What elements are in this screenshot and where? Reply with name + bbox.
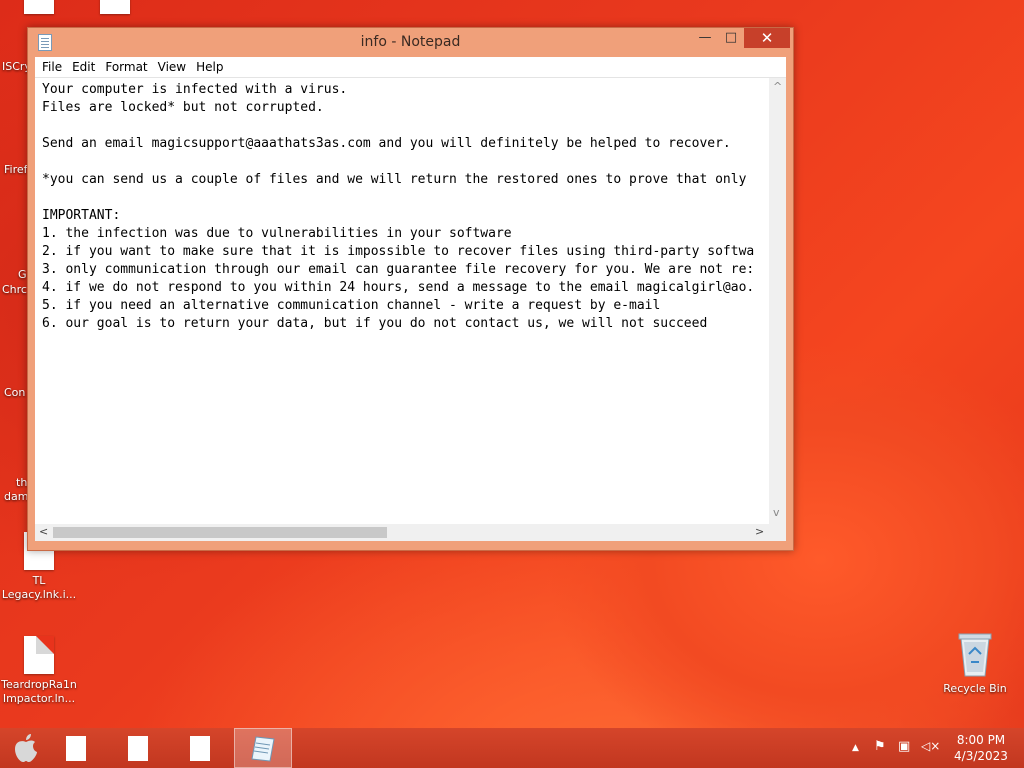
taskbar-notepad-button[interactable] — [234, 728, 292, 768]
text-line: 3. only communication through our email … — [42, 262, 755, 277]
file-icon — [190, 736, 210, 761]
menu-bar: File Edit Format View Help — [35, 57, 786, 78]
taskbar-file-button[interactable] — [48, 728, 104, 768]
desktop-icon-label[interactable]: Firef — [4, 163, 28, 176]
action-center-flag-icon[interactable]: ⚑ — [874, 739, 886, 754]
menu-file[interactable]: File — [35, 57, 67, 74]
clock-time: 8:00 PM — [956, 733, 1006, 747]
desktop-file-icon[interactable] — [100, 0, 130, 14]
file-icon — [128, 736, 148, 761]
text-line: Files are locked* but not corrupted. — [42, 100, 324, 115]
desktop-icon-label[interactable]: Con — [4, 386, 25, 399]
horizontal-scroll-thumb[interactable] — [53, 527, 387, 538]
scrollbar-corner — [769, 524, 786, 541]
clock[interactable]: 8:00 PM 4/3/2023 — [944, 732, 1018, 764]
text-line: 4. if we do not respond to you within 24… — [42, 280, 755, 295]
text-line: IMPORTANT: — [42, 208, 121, 223]
taskbar-file-button[interactable] — [172, 728, 228, 768]
clock-date: 4/3/2023 — [954, 749, 1008, 763]
scroll-down-icon[interactable]: v — [773, 506, 780, 519]
vertical-scrollbar[interactable]: ^ v — [769, 78, 786, 524]
taskbar: ▲ ⚑ ▣ ◁× 8:00 PM 4/3/2023 — [0, 728, 1024, 768]
show-hidden-icons-icon[interactable]: ▲ — [852, 743, 859, 753]
title-bar[interactable]: info - Notepad — □ ✕ — [28, 28, 793, 57]
desktop-icon-label: Recycle Bin — [943, 682, 1007, 695]
volume-muted-icon[interactable]: ◁× — [921, 739, 940, 753]
menu-format[interactable]: Format — [100, 57, 152, 74]
menu-view[interactable]: View — [153, 57, 191, 74]
file-icon — [24, 636, 54, 674]
minimize-button[interactable]: — — [692, 28, 718, 48]
recycle-bin-icon — [958, 633, 992, 677]
desktop-file-icon[interactable] — [24, 0, 54, 14]
text-line: 2. if you want to make sure that it is i… — [42, 244, 755, 259]
text-line: 6. our goal is to return your data, but … — [42, 316, 708, 331]
desktop-icon-label[interactable]: G — [18, 268, 27, 281]
horizontal-scrollbar[interactable]: < > — [35, 524, 769, 541]
file-icon — [66, 736, 86, 761]
editor-content[interactable]: Your computer is infected with a virus. … — [35, 78, 769, 333]
text-line: 5. if you need an alternative communicat… — [42, 298, 661, 313]
desktop-icon-label[interactable]: th — [16, 476, 27, 489]
menu-edit[interactable]: Edit — [67, 57, 100, 74]
close-button[interactable]: ✕ — [744, 28, 790, 48]
desktop-icon-label: TeardropRa1n Impactor.ln... — [1, 678, 77, 705]
scroll-up-icon[interactable]: ^ — [773, 80, 782, 93]
window-title: info - Notepad — [360, 34, 461, 50]
notepad-window[interactable]: info - Notepad — □ ✕ File Edit Format View H… — [27, 27, 794, 551]
menu-help[interactable]: Help — [191, 57, 228, 74]
desktop-icon-label[interactable]: dam — [4, 490, 28, 503]
text-line: Send an email magicsupport@aaathats3as.c… — [42, 136, 731, 151]
taskbar-file-button[interactable] — [110, 728, 166, 768]
scroll-left-icon[interactable]: < — [39, 525, 48, 538]
network-icon[interactable]: ▣ — [898, 739, 910, 754]
text-line: *you can send us a couple of files and w… — [42, 172, 747, 187]
apple-logo-icon — [15, 734, 37, 762]
text-line: 1. the infection was due to vulnerabilit… — [42, 226, 512, 241]
desktop-icon-label[interactable]: Chrc — [2, 283, 27, 296]
text-line: Your computer is infected with a virus. — [42, 82, 348, 97]
desktop-icon-teardrop[interactable]: TeardropRa1n Impactor.ln... — [0, 636, 79, 706]
desktop-icon-label: TL Legacy.lnk.i... — [1, 574, 77, 601]
scroll-right-icon[interactable]: > — [755, 525, 764, 538]
maximize-button[interactable]: □ — [718, 28, 744, 48]
desktop-icon-recycle-bin[interactable]: Recycle Bin — [935, 630, 1015, 696]
notepad-icon — [251, 736, 275, 762]
text-editor[interactable]: Your computer is infected with a virus. … — [35, 78, 769, 524]
